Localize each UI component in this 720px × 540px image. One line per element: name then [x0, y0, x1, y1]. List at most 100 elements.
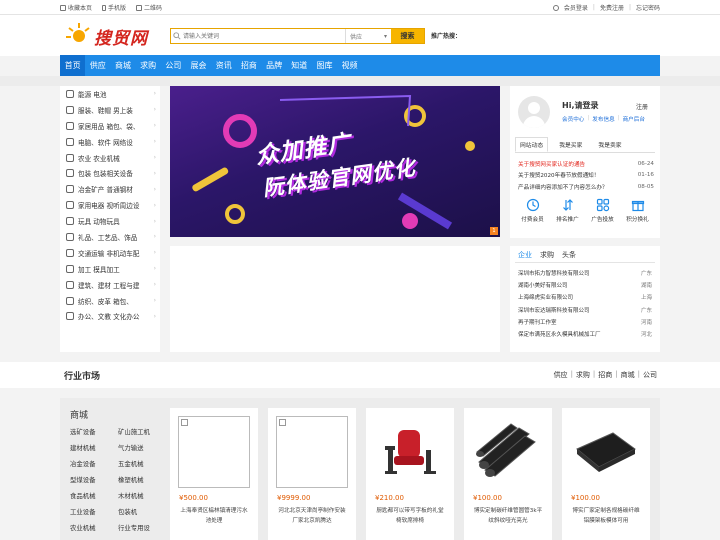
chevron-right-icon: › [153, 154, 156, 161]
nav-item-company[interactable]: 公司 [161, 55, 186, 76]
sidebar-item[interactable]: 家用电器 视听周边设 › [60, 197, 160, 213]
nav-item-mall[interactable]: 商城 [110, 55, 135, 76]
list-item[interactable]: 再子期刊工作室 河南 [518, 316, 652, 328]
sidebar-item[interactable]: 家居用品 箱包、袋、 › [60, 118, 160, 134]
nav-item-buy[interactable]: 求购 [136, 55, 161, 76]
ad-button[interactable]: 广告投放 [585, 198, 620, 223]
product-price: ¥100.00 [473, 494, 502, 502]
market-cat-link[interactable]: 矿山施工机 [118, 426, 158, 438]
merchant-backend-link[interactable]: 商户后台 [623, 115, 645, 123]
market-cat-link[interactable]: 食品机械 [70, 490, 118, 502]
gift-exchange-button[interactable]: 积分换礼 [620, 198, 655, 223]
publish-link[interactable]: 发布信息 [592, 115, 614, 123]
market-link-company[interactable]: 公司 [643, 370, 657, 380]
sidebar-item[interactable]: 建筑、建材 工程与建 › [60, 277, 160, 293]
market-cat-link[interactable]: 五金机械 [118, 458, 158, 470]
nav-item-invest[interactable]: 招商 [236, 55, 261, 76]
market-cat-link[interactable]: 选矿设备 [70, 426, 118, 438]
sidebar-item[interactable]: 电脑、软件 网络设 › [60, 134, 160, 150]
sidebar-item[interactable]: 服装、鞋帽 男上装 › [60, 102, 160, 118]
product-card[interactable]: ¥100.00 博实厂家定制各规格碳纤维铝膜架板模体可用 [562, 408, 650, 540]
market-link-supply[interactable]: 供应 [554, 370, 568, 380]
nav-item-expo[interactable]: 展会 [186, 55, 211, 76]
chevron-right-icon: › [153, 312, 156, 320]
nav-item-know[interactable]: 知道 [287, 55, 312, 76]
member-center-link[interactable]: 会员中心 [562, 115, 584, 123]
news-item[interactable]: 关于搜贸网买家认证的通告 06-24 [518, 158, 654, 170]
sidebar-item[interactable]: 玩具 动物玩具 › [60, 213, 160, 229]
market-cat-link[interactable]: 木材机械 [118, 490, 158, 502]
nav-item-gallery[interactable]: 图库 [312, 55, 337, 76]
site-logo[interactable]: 搜贸网 [64, 20, 150, 50]
nav-item-video[interactable]: 视频 [337, 55, 362, 76]
search-icon [171, 29, 183, 43]
forgot-password-link[interactable]: 忘记密码 [636, 3, 660, 12]
search-button[interactable]: 搜索 [391, 29, 424, 43]
sidebar-item[interactable]: 礼品、工艺品、饰品 › [60, 229, 160, 245]
register-button[interactable]: 注册 [636, 102, 648, 111]
market-cat-link[interactable]: 农业机械 [70, 522, 118, 534]
market-link-invest[interactable]: 招商 [598, 370, 612, 380]
nav-item-supply[interactable]: 供应 [85, 55, 110, 76]
sidebar-item[interactable]: 能源 电池 › [60, 86, 160, 102]
ad-icon [596, 198, 609, 212]
market-cat-link[interactable]: 橡塑机械 [118, 474, 158, 486]
transport-icon [66, 248, 74, 257]
chevron-right-icon: › [153, 249, 156, 257]
market-cat-link[interactable]: 建材机械 [70, 442, 118, 454]
register-link[interactable]: 免费注册 [600, 3, 624, 12]
search-input[interactable] [183, 29, 345, 43]
category-sidebar: 能源 电池 › 服装、鞋帽 男上装 › 家居用品 箱包、袋、 › 电脑、软件 网络设 ›… [60, 86, 160, 352]
nav-item-home[interactable]: 首页 [60, 55, 86, 76]
market-cat-link[interactable]: 包装机 [118, 506, 158, 518]
tab-seller[interactable]: 我是卖家 [593, 137, 626, 152]
login-link[interactable]: 会员登录 [564, 3, 588, 12]
sidebar-item[interactable]: 农业 农业机械 › [60, 150, 160, 166]
sidebar-item[interactable]: 交通运输 非机动车配 › [60, 245, 160, 261]
sidebar-item[interactable]: 冶金矿产 普通钢材 › [60, 181, 160, 197]
list-item[interactable]: 湖南小美好有限公司 湖南 [518, 279, 652, 291]
list-item[interactable]: 深圳市拓力智慧科技有限公司 广东 [518, 267, 652, 279]
qrcode-link[interactable]: 二维码 [136, 3, 162, 12]
chevron-right-icon: › [153, 169, 156, 177]
vip-icon [526, 198, 539, 212]
product-card[interactable]: ¥500.00 上海奉贤区榀林镇清理污水池处理 [170, 408, 258, 540]
market-cat-link[interactable]: 行业专用设 [118, 522, 158, 534]
product-price: ¥9999.00 [277, 494, 311, 502]
sidebar-item[interactable]: 纺织、皮革 箱包、 › [60, 293, 160, 309]
banner-page-badge[interactable]: 1 [490, 227, 498, 235]
sidebar-item[interactable]: 加工 模具加工 › [60, 261, 160, 277]
list-item[interactable]: 深圳市宏达瑞斯科技有限公司 广东 [518, 304, 652, 316]
promo-banner[interactable]: 众加推广 阮体验官网优化 1 [170, 86, 500, 237]
chevron-right-icon: › [153, 185, 156, 193]
sidebar-item[interactable]: 包装 包装相关设备 › [60, 165, 160, 181]
market-link-buy[interactable]: 求购 [576, 370, 590, 380]
product-card[interactable]: ¥100.00 博实定制碳纤维管圆管3k平纹斜纹哑光亮光 [464, 408, 552, 540]
agriculture-icon [66, 153, 74, 162]
search-type-select[interactable]: 供应 ▾ [345, 29, 391, 43]
product-card[interactable]: ¥9999.00 河北北京天津尚亭制作安装厂家北京凯腾达 [268, 408, 356, 540]
toy-icon [66, 217, 74, 226]
tab-site-news[interactable]: 网站动态 [515, 137, 549, 152]
product-card[interactable]: ¥210.00 厨匙都可以带写字板的礼堂椅软席排椅 [366, 408, 454, 540]
carbon-tube-icon [476, 423, 536, 477]
sidebar-item[interactable]: 办公、文教 文化办公 › [60, 308, 160, 324]
market-cat-link[interactable]: 冶金设备 [70, 458, 118, 470]
market-cat-link[interactable]: 工业设备 [70, 506, 118, 518]
market-link-mall[interactable]: 商城 [621, 370, 635, 380]
bookmark-link[interactable]: 收藏本页 [60, 3, 92, 12]
market-cat-link[interactable]: 型煤设备 [70, 474, 118, 486]
mobile-link[interactable]: 手机版 [102, 3, 126, 12]
nav-item-news[interactable]: 资讯 [211, 55, 236, 76]
market-cat-link[interactable]: 气力输送 [118, 442, 158, 454]
list-item[interactable]: 上海绵虎实业有限公司 上海 [518, 291, 652, 303]
ranking-button[interactable]: 排名推广 [550, 198, 585, 223]
list-item[interactable]: 保定市满苑区永久模具机械加工厂 河北 [518, 328, 652, 340]
nav-item-brand[interactable]: 品牌 [262, 55, 287, 76]
chevron-right-icon: › [153, 90, 156, 98]
vip-button[interactable]: 付费会员 [515, 198, 550, 223]
news-item[interactable]: 关于搜贸2020年春节放假通知！ 01-16 [518, 170, 654, 182]
tab-buyer[interactable]: 我是买家 [554, 137, 587, 152]
login-greeting[interactable]: Hi,请登录 [562, 100, 598, 111]
news-item[interactable]: 产品详细内容添加不了内容怎么办？ 08-05 [518, 181, 654, 193]
